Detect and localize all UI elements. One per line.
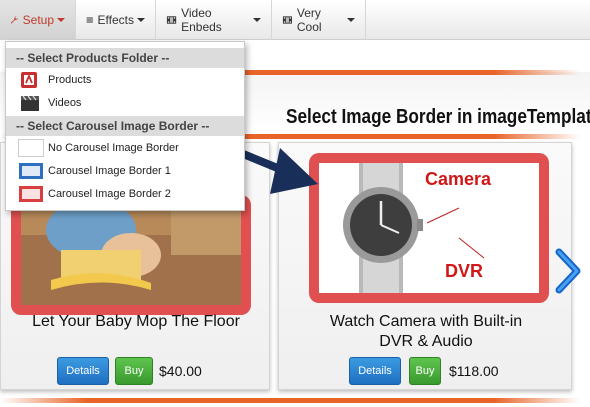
accent-stripe (0, 398, 580, 403)
menu-item-border-1-label: Carousel Image Border 1 (48, 165, 171, 177)
buy-button[interactable]: Buy (115, 357, 153, 385)
no-border-thumb (18, 139, 44, 157)
products-icon (21, 72, 37, 88)
chevron-down-icon (137, 18, 145, 22)
product-price: $118.00 (449, 363, 499, 379)
menu-item-no-border-label: No Carousel Image Border (48, 142, 179, 154)
menu-item-videos[interactable]: Videos (6, 92, 244, 114)
film-icon (282, 16, 292, 24)
chevron-down-icon (347, 18, 355, 22)
menu-item-no-border[interactable]: No Carousel Image Border (6, 137, 244, 159)
menu-item-border-1[interactable]: Carousel Image Border 1 (6, 160, 244, 182)
dropdown-header-products: -- Select Products Folder -- (6, 48, 244, 68)
product-image-baby (21, 195, 241, 305)
dvr-annotation: DVR (445, 261, 484, 281)
clapperboard-icon (21, 95, 39, 111)
caption-line-2: DVR & Audio (379, 333, 473, 350)
border-1-thumb (19, 163, 43, 179)
details-button[interactable]: Details (57, 357, 109, 385)
details-button[interactable]: Details (349, 357, 401, 385)
list-icon (86, 17, 93, 23)
menu-item-products-label: Products (48, 74, 92, 86)
border-2-thumb (19, 186, 43, 202)
product-caption: Watch Camera with Built-in DVR & Audio (279, 312, 573, 352)
nav-setup[interactable]: Setup (0, 0, 76, 40)
wrench-icon (10, 16, 18, 24)
product-caption: Let Your Baby Mop The Floor (32, 313, 240, 330)
setup-dropdown-menu: -- Select Products Folder -- Products Vi… (5, 41, 245, 211)
film-icon (166, 16, 177, 24)
camera-annotation: Camera (425, 169, 492, 189)
nav-video-embeds[interactable]: Video Enbeds (156, 0, 272, 40)
chevron-right-icon[interactable] (553, 248, 583, 294)
chevron-down-icon (253, 18, 261, 22)
menu-item-border-2-label: Carousel Image Border 2 (48, 188, 171, 200)
dropdown-header-border: -- Select Carousel Image Border -- (6, 116, 244, 136)
baby-photo (21, 195, 241, 305)
image-border-frame (11, 195, 251, 315)
nav-setup-label: Setup (22, 13, 54, 27)
nav-effects[interactable]: Effects (76, 0, 156, 40)
product-image-watch: Camera DVR (319, 163, 539, 293)
image-border-frame: Camera DVR (309, 153, 549, 303)
nav-very-cool-label: Very Cool (296, 6, 322, 34)
carousel-item: Camera DVR Watch Camera with Built-in DV… (278, 142, 572, 390)
product-price: $40.00 (159, 363, 202, 379)
menu-item-products[interactable]: Products (6, 69, 244, 91)
nav-video-embeds-label: Video Enbeds (181, 6, 222, 34)
menu-item-border-2[interactable]: Carousel Image Border 2 (6, 183, 244, 205)
navbar: Setup Effects Video Enbeds Very Cool (0, 0, 590, 40)
nav-effects-label: Effects (97, 13, 134, 27)
chevron-down-icon (57, 18, 65, 22)
menu-item-videos-label: Videos (48, 97, 82, 109)
annotation-heading: Select Image Border in imageTemplate (286, 106, 590, 128)
buy-button[interactable]: Buy (409, 357, 441, 385)
nav-very-cool[interactable]: Very Cool (272, 0, 366, 40)
caption-line-1: Watch Camera with Built-in (329, 313, 523, 330)
